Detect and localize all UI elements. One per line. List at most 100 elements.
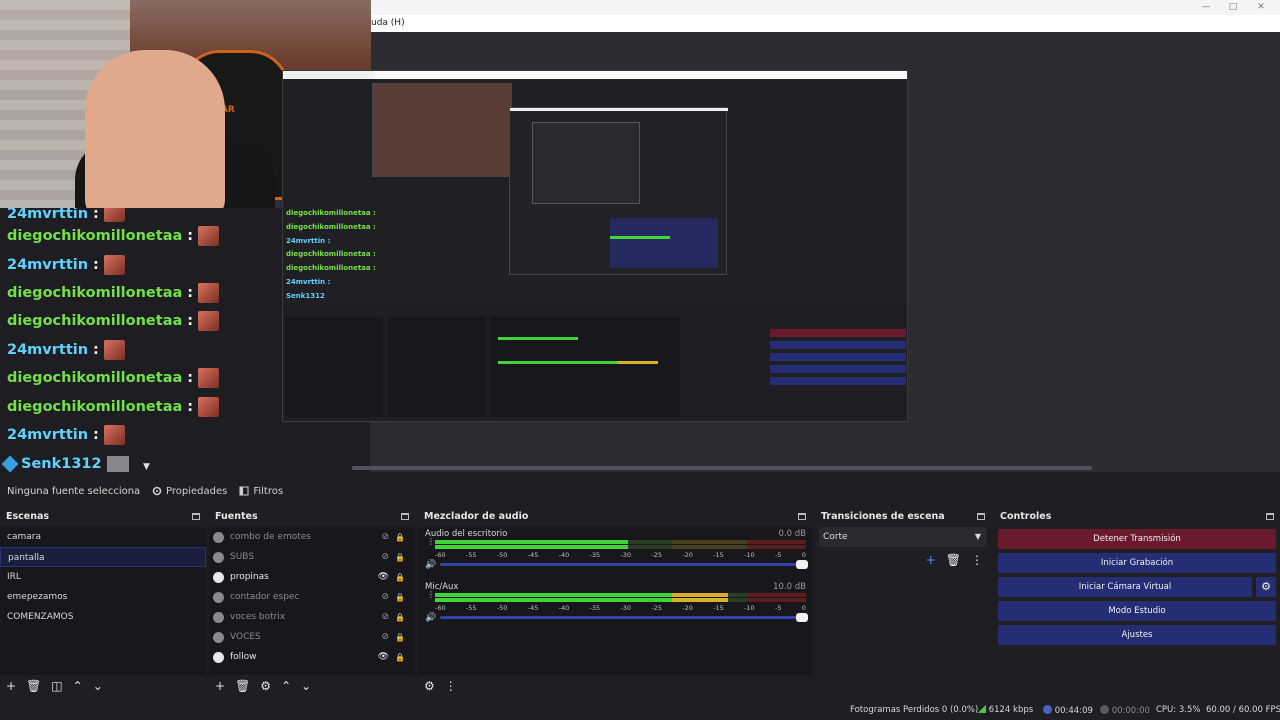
dropped-frames: Fotogramas Perdidos 0 (0.0%) (850, 705, 979, 715)
audio-mixer-dock: Mezclador de audio Audio del escritorio 0… (418, 507, 812, 697)
mixer-toolbar: ⚙ ⋮ (418, 675, 812, 697)
speaker-icon[interactable]: 🔊 (425, 560, 436, 570)
chat-username: diegochikomillonetaa (7, 313, 183, 330)
eye-off-icon[interactable]: ⊘ (381, 592, 389, 602)
source-item[interactable]: follow 👁 🔒 (209, 647, 415, 667)
add-icon[interactable]: + (926, 553, 936, 567)
nested-window (509, 107, 728, 275)
source-label: contador espec (230, 592, 300, 602)
unlock-icon[interactable]: 🔒 (395, 653, 405, 662)
scale-tick-label: 0 (801, 551, 806, 559)
scale-tick-label: -60 (435, 551, 446, 559)
undock-icon[interactable] (977, 512, 985, 520)
scale-tick-label: -55 (465, 551, 477, 559)
more-icon[interactable]: ⋮ (427, 538, 435, 546)
source-type-icon (213, 591, 224, 603)
source-item[interactable]: voces botrix ⊘ 🔒 (209, 607, 415, 627)
eye-off-icon[interactable]: ⊘ (381, 532, 389, 542)
transition-select[interactable]: Corte ▼ (819, 527, 987, 547)
scene-item[interactable]: IRL (0, 567, 206, 587)
chat-username: 24mvrttin (7, 208, 89, 222)
scene-item[interactable]: pantalla (0, 547, 206, 567)
trash-icon[interactable]: 🗑 (26, 679, 41, 693)
eye-off-icon[interactable]: ⊘ (381, 632, 389, 642)
volume-meter (435, 545, 806, 549)
lock-icon[interactable]: 🔒 (395, 633, 405, 642)
chevron-up-icon[interactable]: ⌃ (281, 679, 291, 693)
source-label: VOCES (230, 632, 261, 642)
emote-icon (103, 254, 125, 275)
unlock-icon[interactable]: 🔒 (395, 593, 405, 602)
trash-icon[interactable]: 🗑 (946, 553, 961, 567)
source-item[interactable]: SUBS ⊘ 🔒 (209, 547, 415, 567)
emote-icon (103, 208, 125, 222)
start-recording-button[interactable]: Iniciar Grabación (998, 553, 1276, 573)
emote-icon (103, 424, 125, 445)
chevron-down-icon[interactable]: ⌄ (301, 679, 311, 693)
volume-meter (435, 593, 806, 597)
unlock-icon[interactable]: 🔒 (395, 613, 405, 622)
eye-icon[interactable]: 👁 (378, 652, 389, 662)
minimize-icon[interactable]: — (1195, 0, 1217, 14)
unlock-icon[interactable]: 🔒 (395, 573, 405, 582)
more-icon[interactable]: ⋮ (445, 679, 457, 693)
trash-icon[interactable]: 🗑 (235, 679, 250, 693)
chat-username: 24mvrttin (7, 256, 89, 273)
source-type-icon (213, 571, 224, 583)
nested-obs-docks (283, 305, 907, 421)
scene-item[interactable]: camara (0, 527, 206, 547)
source-item[interactable]: contador espec ⊘ 🔒 (209, 587, 415, 607)
start-virtual-camera-button[interactable]: Iniciar Cámara Virtual (998, 577, 1252, 597)
controls-dock: Controles Detener Transmisión Iniciar Gr… (994, 507, 1280, 697)
undock-icon[interactable] (401, 512, 409, 520)
eye-off-icon[interactable]: ⊘ (381, 612, 389, 622)
speaker-icon[interactable]: 🔊 (425, 613, 436, 623)
cpu-usage: CPU: 3.5% (1156, 705, 1201, 715)
unlock-icon[interactable]: 🔒 (395, 533, 405, 542)
studio-mode-button[interactable]: Modo Estudio (998, 601, 1276, 621)
undock-icon[interactable] (192, 512, 200, 520)
source-item[interactable]: combo de emotes ⊘ 🔒 (209, 527, 415, 547)
filter-icon[interactable]: ◫ (51, 679, 62, 693)
chat-line: 24mvrttin: (0, 421, 360, 449)
gear-icon[interactable]: ⚙ (424, 679, 435, 693)
scene-item[interactable]: emepezamos (0, 587, 206, 607)
controls-title: Controles (1000, 510, 1052, 522)
virtual-camera-settings-button[interactable]: ⚙ (1256, 577, 1276, 597)
source-item[interactable]: propinas 👁 🔒 (209, 567, 415, 587)
more-icon[interactable]: ⋮ (427, 591, 435, 599)
scenes-title: Escenas (6, 510, 50, 522)
chevron-down-icon[interactable]: ▼ (143, 462, 150, 472)
chat-line: diegochikomillonetaa: (0, 279, 360, 307)
source-item[interactable]: VOCES ⊘ 🔒 (209, 627, 415, 647)
close-icon[interactable]: ✕ (1250, 0, 1272, 14)
eye-icon[interactable]: 👁 (378, 572, 389, 582)
add-icon[interactable]: + (6, 679, 16, 693)
add-icon[interactable]: + (215, 679, 225, 693)
unlock-icon[interactable]: 🔒 (395, 553, 405, 562)
emote-icon (103, 339, 125, 360)
undock-icon[interactable] (798, 512, 806, 520)
scene-item[interactable]: COMENZAMOS (0, 607, 206, 627)
chevron-up-icon[interactable]: ⌃ (73, 679, 83, 693)
sources-title: Fuentes (215, 510, 258, 522)
slider-knob[interactable] (796, 560, 808, 569)
scale-tick-label: -10 (744, 604, 755, 612)
filters-button[interactable]: Filtros (239, 486, 283, 497)
maximize-icon[interactable]: □ (1222, 0, 1244, 14)
scale-tick-label: -60 (435, 604, 446, 612)
undock-icon[interactable] (1266, 512, 1274, 520)
chevron-down-icon[interactable]: ⌄ (93, 679, 103, 693)
source-list: combo de emotes ⊘ 🔒 SUBS ⊘ 🔒 propinas 👁 🔒 contado… (209, 527, 415, 675)
preview-scrollbar[interactable] (352, 466, 1092, 470)
gear-icon[interactable]: ⚙ (260, 679, 271, 693)
settings-button[interactable]: Ajustes (998, 625, 1276, 645)
scale-tick-label: -20 (682, 604, 693, 612)
eye-off-icon[interactable]: ⊘ (381, 552, 389, 562)
properties-button[interactable]: Propiedades (152, 486, 227, 497)
stop-stream-button[interactable]: Detener Transmisión (998, 529, 1276, 549)
volume-slider[interactable] (440, 560, 808, 569)
more-icon[interactable]: ⋮ (971, 553, 983, 567)
slider-knob[interactable] (796, 613, 808, 622)
volume-slider[interactable] (440, 613, 808, 622)
